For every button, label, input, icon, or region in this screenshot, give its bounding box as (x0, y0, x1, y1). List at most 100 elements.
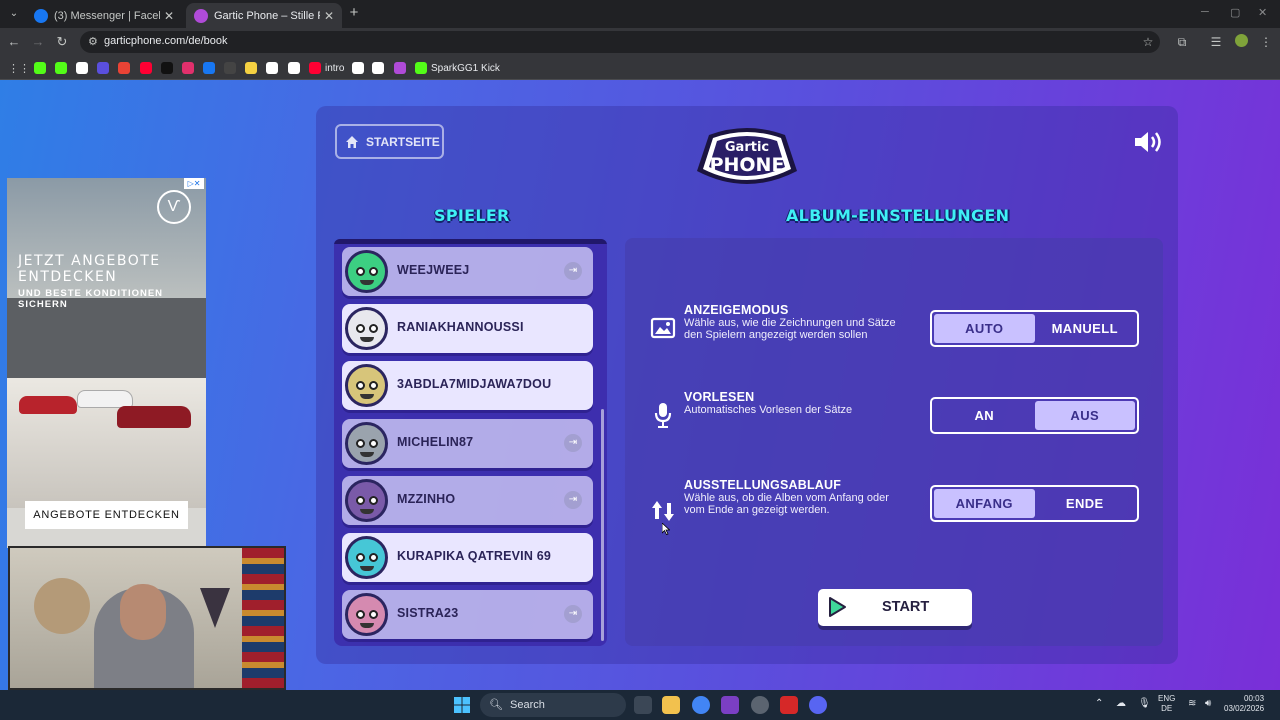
toggle-option[interactable]: AN (934, 401, 1035, 430)
player-row[interactable]: MZZINHO ⇥ (342, 475, 593, 525)
windows-start-icon[interactable] (454, 697, 470, 713)
mouse-cursor-icon (662, 523, 670, 535)
reading-list-icon[interactable]: ☰ (1208, 34, 1224, 50)
ad-choices-icon[interactable]: ▷✕ (184, 178, 204, 189)
player-row[interactable]: MICHELIN87 ⇥ (342, 418, 593, 468)
ad-cta-button[interactable]: ANGEBOTE ENTDECKEN (25, 501, 188, 529)
browser-tab-messenger[interactable]: (3) Messenger | Facebook ✕ (26, 3, 182, 28)
setting-toggle[interactable]: AN AUS (930, 397, 1139, 434)
volume-icon[interactable]: 🔊︎ (1205, 698, 1211, 709)
browser-tab-gartic[interactable]: Gartic Phone – Stille Post ✕ (186, 3, 342, 28)
profile-avatar[interactable] (1233, 34, 1249, 50)
close-window-icon[interactable]: ✕ (1258, 6, 1267, 19)
bookmark-item[interactable] (140, 61, 156, 75)
site-info-icon[interactable]: ⚙ (88, 35, 98, 48)
advertisement-banner[interactable]: Ѵ ▷✕ JETZT ANGEBOTE ENTDECKEN UND BESTE … (7, 178, 206, 548)
game-app-icon[interactable] (780, 696, 798, 714)
bookmark-item[interactable] (34, 61, 50, 75)
toggle-option[interactable]: AUS (1034, 401, 1135, 430)
kick-player-icon[interactable]: ⇥ (564, 262, 582, 280)
reload-icon[interactable]: ↻ (54, 34, 70, 50)
home-icon (346, 135, 358, 148)
bookmark-item[interactable] (224, 61, 240, 75)
file-explorer-icon[interactable] (662, 696, 680, 714)
bookmark-item[interactable] (97, 61, 113, 75)
forward-icon[interactable]: → (30, 34, 46, 50)
player-avatar (345, 250, 388, 293)
setting-description: Wähle aus, ob die Alben vom Anfang oder … (684, 492, 889, 516)
bookmark-item[interactable]: intro (309, 61, 344, 75)
bookmark-item[interactable] (372, 61, 388, 75)
obs-icon[interactable] (721, 696, 739, 714)
settings-title: ALBUM-EINSTELLUNGEN (786, 206, 1010, 225)
setting-toggle[interactable]: ANFANG ENDE (930, 485, 1139, 522)
tab-search-menu-icon[interactable]: ⌄ (6, 6, 22, 22)
players-list[interactable]: WEEJWEEJ ⇥ RANIAKHANNOUSSI 3ABDLA7MIDJAWA7D… (334, 239, 607, 646)
discord-icon[interactable] (809, 696, 827, 714)
kick-player-icon[interactable]: ⇥ (564, 433, 582, 452)
start-button[interactable]: START (818, 589, 972, 626)
sound-icon[interactable] (1133, 130, 1165, 154)
extensions-icon[interactable]: ⧉ (1174, 34, 1190, 50)
player-name: MICHELIN87 (397, 434, 474, 449)
bookmark-item[interactable] (394, 61, 410, 75)
browser-menu-icon[interactable]: ⋮ (1258, 34, 1274, 50)
toggle-option[interactable]: ENDE (1035, 489, 1136, 518)
wifi-icon[interactable]: ≋ (1188, 698, 1196, 709)
tray-mic-icon[interactable]: 🎙︎ (1138, 698, 1151, 709)
kick-player-icon[interactable]: ⇥ (564, 490, 582, 509)
avatar-eye-r (369, 267, 378, 276)
bookmark-item[interactable] (118, 61, 134, 75)
close-tab-icon[interactable]: ✕ (164, 9, 174, 23)
tray-cloud-icon[interactable]: ☁ (1116, 698, 1126, 709)
taskbar-search-box[interactable]: 🔍︎ Search (480, 693, 626, 717)
avatar-eye-l (356, 267, 365, 276)
avatar-eye-r (369, 553, 378, 562)
minimize-icon[interactable]: ─ (1201, 6, 1209, 18)
back-icon[interactable]: ← (6, 34, 22, 50)
taskbar-clock[interactable]: 00:03 03/02/2026 (1224, 694, 1264, 714)
bookmark-item[interactable] (245, 61, 261, 75)
avatar-eye-l (356, 438, 365, 448)
close-tab-icon[interactable]: ✕ (324, 9, 334, 23)
setting-title: AUSSTELLUNGSABLAUF (684, 478, 842, 492)
maximize-icon[interactable]: ▢ (1230, 6, 1240, 19)
bookmark-item[interactable] (161, 61, 177, 75)
player-row[interactable]: WEEJWEEJ ⇥ (342, 247, 593, 296)
toggle-option[interactable]: AUTO (934, 314, 1035, 343)
setting-toggle[interactable]: AUTO MANUELL (930, 310, 1139, 347)
address-url[interactable]: garticphone.com/de/book (104, 35, 228, 47)
address-bar[interactable]: ⚙ garticphone.com/de/book (80, 31, 1160, 53)
bookmark-star-icon[interactable]: ☆ (1140, 34, 1156, 50)
toggle-option[interactable]: ANFANG (934, 489, 1035, 518)
steam-icon[interactable] (751, 696, 769, 714)
players-scrollbar[interactable] (601, 409, 604, 641)
player-row[interactable]: RANIAKHANNOUSSI (342, 304, 593, 354)
bookmark-item[interactable] (55, 61, 71, 75)
bookmark-item[interactable] (203, 61, 219, 75)
toggle-option[interactable]: MANUELL (1035, 314, 1136, 343)
task-view-icon[interactable] (634, 696, 652, 714)
chrome-icon[interactable] (692, 696, 710, 714)
player-avatar (345, 478, 388, 522)
tray-overflow-icon[interactable]: ⌃ (1095, 698, 1103, 709)
home-button[interactable]: STARTSEITE (335, 124, 444, 159)
player-row[interactable]: 3ABDLA7MIDJAWA7DOU (342, 361, 593, 411)
bookmark-item[interactable] (288, 61, 304, 75)
player-row[interactable]: SISTRA23 ⇥ (342, 590, 593, 640)
new-tab-button[interactable]: + (346, 5, 362, 21)
clock-date: 03/02/2026 (1224, 704, 1265, 713)
bookmark-item[interactable] (266, 61, 282, 75)
bookmark-favicon-icon (394, 62, 406, 74)
bookmark-item[interactable] (352, 61, 368, 75)
apps-grid-icon[interactable]: ⋮⋮ (8, 61, 30, 75)
bookmark-label: SparkGG1 Kick (431, 62, 500, 74)
bookmark-item[interactable]: SparkGG1 Kick (415, 61, 500, 75)
bookmark-item[interactable] (76, 61, 92, 75)
player-avatar (345, 364, 388, 408)
input-language[interactable]: ENG DE (1158, 694, 1175, 714)
player-row[interactable]: KURAPIKA QATREVIN 69 (342, 533, 593, 582)
clock-time: 00:03 (1244, 694, 1265, 703)
kick-player-icon[interactable]: ⇥ (564, 605, 582, 624)
bookmark-item[interactable] (182, 61, 198, 75)
